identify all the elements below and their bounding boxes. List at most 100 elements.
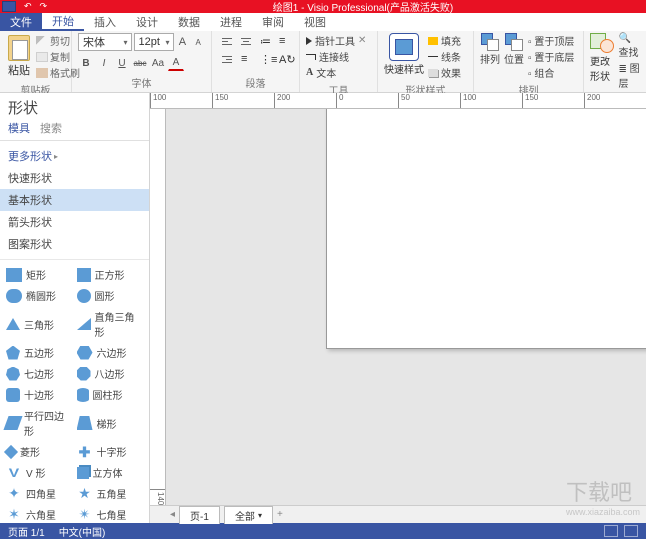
shape-decagon[interactable]: 十边形 xyxy=(4,384,75,405)
shape-triangle[interactable]: 三角形 xyxy=(4,306,75,342)
shape-label: 七边形 xyxy=(24,366,54,381)
group-paragraph: ≔ ≡ ≡ ⋮≡ A↻ 段落 xyxy=(212,31,300,92)
shape-pentagon[interactable]: 五边形 xyxy=(4,342,75,363)
change-shape-button[interactable]: 更改形状 xyxy=(590,33,614,83)
stencil-category[interactable]: 基本形状 xyxy=(0,189,149,211)
rotate-text-button[interactable]: A↻ xyxy=(275,51,293,67)
qat-undo-icon[interactable]: ↶ xyxy=(24,1,32,12)
stencil-category[interactable]: 箭头形状 xyxy=(0,211,149,233)
tab-5[interactable]: 审阅 xyxy=(252,13,294,31)
shape-square[interactable]: 正方形 xyxy=(75,264,146,285)
shape-star4[interactable]: ✦四角星 xyxy=(4,483,75,504)
bullets-button[interactable]: ≔ xyxy=(256,33,274,49)
shape-star7[interactable]: ✴七角星 xyxy=(75,504,146,523)
fill-button[interactable]: 填充 xyxy=(428,33,461,48)
position-button[interactable]: 位置 xyxy=(504,33,524,66)
layers-button[interactable]: ≣ 图层 xyxy=(618,60,640,90)
shape-star5[interactable]: ★五角星 xyxy=(75,483,146,504)
connector-tool-button[interactable]: 连接线 xyxy=(306,49,371,64)
strike-button[interactable]: abc xyxy=(132,55,148,71)
tab-3[interactable]: 数据 xyxy=(168,13,210,31)
send-back-button[interactable]: ▫ 置于底层 xyxy=(528,49,574,64)
bold-button[interactable]: B xyxy=(78,55,94,71)
page-tab-1[interactable]: 页-1 xyxy=(179,506,220,524)
status-language[interactable]: 中文(中国) xyxy=(59,524,106,539)
position-icon xyxy=(505,33,523,51)
shape-parallelogram[interactable]: 平行四边形 xyxy=(4,405,75,441)
shape-ellipse[interactable]: 椭圆形 xyxy=(4,285,75,306)
pointer-tool-button[interactable]: 指针工具 ✕ xyxy=(306,33,371,48)
grow-font-button[interactable]: A xyxy=(176,34,190,50)
arrange-button[interactable]: 排列 xyxy=(480,33,500,66)
page-tab-all[interactable]: 全部 ▾ xyxy=(224,506,273,524)
shape-label: 圆形 xyxy=(95,288,115,303)
font-name-combo[interactable]: 宋体 xyxy=(78,33,132,51)
quick-styles-button[interactable] xyxy=(389,33,419,61)
copy-icon xyxy=(36,52,48,62)
quick-shapes-item[interactable]: 快速形状 xyxy=(0,167,149,189)
pane-tab-stencils[interactable]: 模具 xyxy=(8,120,30,136)
tab-file[interactable]: 文件 xyxy=(0,13,42,31)
shape-cylinder[interactable]: 圆柱形 xyxy=(75,384,146,405)
shape-trapezoid[interactable]: 梯形 xyxy=(75,405,146,441)
shape-cube[interactable]: 立方体 xyxy=(75,462,146,483)
numbering-button[interactable]: ⋮≡ xyxy=(256,51,274,67)
justify-button[interactable]: ≡ xyxy=(237,51,255,67)
qat-redo-icon[interactable]: ↷ xyxy=(40,1,48,12)
bring-front-button[interactable]: ▫ 置于顶层 xyxy=(528,33,574,48)
tab-1[interactable]: 插入 xyxy=(84,13,126,31)
page-nav-left-icon[interactable]: ◂ xyxy=(170,509,175,520)
shape-gallery: 矩形正方形椭圆形 圆形三角形直角三角形五边形六边形七边形 八边形十边形 圆柱形平行四边… xyxy=(0,260,149,523)
shape-label: V 形 xyxy=(26,465,45,480)
shape-rect[interactable]: 矩形 xyxy=(4,264,75,285)
tab-0[interactable]: 开始 xyxy=(42,13,84,31)
page-surface[interactable] xyxy=(326,109,646,349)
shape-star6[interactable]: ✶六角星 xyxy=(4,504,75,523)
chevron-right-icon: ▸ xyxy=(54,152,58,161)
stencil-category[interactable]: 图案形状 xyxy=(0,233,149,255)
tab-2[interactable]: 设计 xyxy=(126,13,168,31)
shape-diamond[interactable]: 菱形 xyxy=(4,441,75,462)
more-shapes-link[interactable]: 更多形状▸ xyxy=(0,145,149,167)
align-left-button[interactable] xyxy=(218,33,236,49)
paste-icon xyxy=(8,35,30,61)
align-center-button[interactable] xyxy=(237,33,255,49)
drawing-canvas[interactable] xyxy=(166,109,646,505)
heptagon-icon xyxy=(6,367,20,381)
font-color-button[interactable]: A xyxy=(168,55,184,71)
view-mode-button-2[interactable] xyxy=(624,525,638,537)
align-right-button[interactable] xyxy=(218,51,236,67)
case-button[interactable]: Aa xyxy=(150,55,166,71)
find-button[interactable]: 🔍 查找 xyxy=(618,33,640,59)
group-button[interactable]: ▫ 组合 xyxy=(528,65,574,80)
add-page-button[interactable]: + xyxy=(277,509,283,520)
effects-button[interactable]: 效果 xyxy=(428,65,461,80)
tab-4[interactable]: 进程 xyxy=(210,13,252,31)
group-editing: 更改形状 🔍 查找 ≣ 图层 ▭ 选择 编辑 xyxy=(584,31,646,92)
app-icon[interactable] xyxy=(2,1,16,12)
shape-octagon[interactable]: 八边形 xyxy=(75,363,146,384)
shape-cross[interactable]: ✚十字形 xyxy=(75,441,146,462)
text-tool-button[interactable]: A文本 xyxy=(306,65,371,80)
shape-rtriangle[interactable]: 直角三角形 xyxy=(75,306,146,342)
tab-6[interactable]: 视图 xyxy=(294,13,336,31)
shape-label: 立方体 xyxy=(93,465,123,480)
shape-vshape[interactable]: VV 形 xyxy=(4,462,75,483)
view-mode-button[interactable] xyxy=(604,525,618,537)
italic-button[interactable]: I xyxy=(96,55,112,71)
line-button[interactable]: 线条 xyxy=(428,49,461,64)
group-font: 宋体 12pt A A B I U abc Aa A 字体 xyxy=(72,31,212,92)
shape-hexagon[interactable]: 六边形 xyxy=(75,342,146,363)
shape-circle[interactable]: 圆形 xyxy=(75,285,146,306)
shrink-font-button[interactable]: A xyxy=(191,34,205,50)
valign-button[interactable]: ≡ xyxy=(275,33,293,49)
paste-button[interactable]: 粘贴 xyxy=(6,33,32,80)
shape-label: 四角星 xyxy=(26,486,56,501)
font-size-combo[interactable]: 12pt xyxy=(134,33,174,51)
pane-tab-search[interactable]: 搜索 xyxy=(40,120,62,136)
decagon-icon xyxy=(6,388,20,402)
shape-heptagon[interactable]: 七边形 xyxy=(4,363,75,384)
underline-button[interactable]: U xyxy=(114,55,130,71)
group-tools: 指针工具 ✕ 连接线 A文本 工具 xyxy=(300,31,378,92)
shape-label: 十边形 xyxy=(24,387,54,402)
